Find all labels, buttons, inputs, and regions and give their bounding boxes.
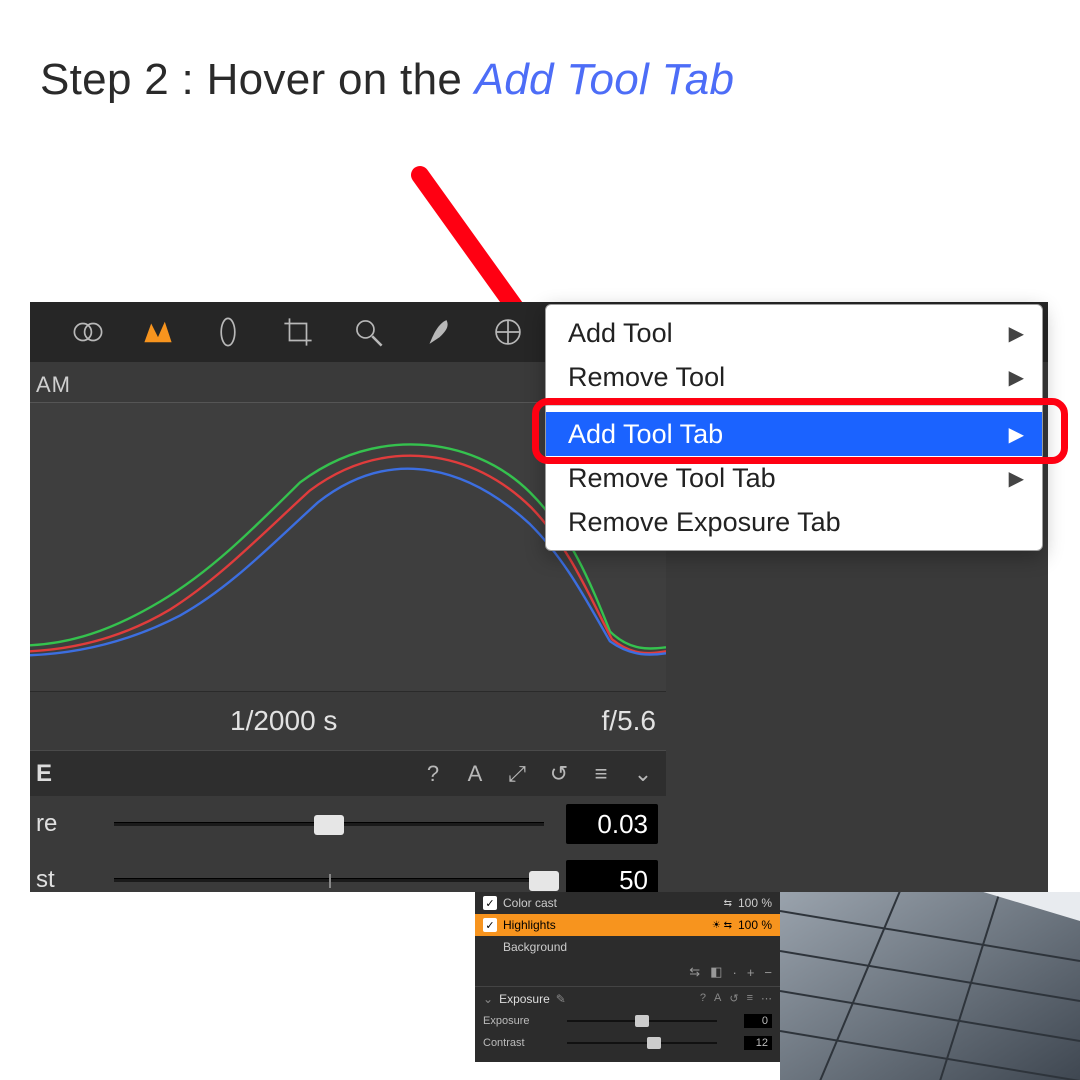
layer-row[interactable]: ✓ Highlights ☀ ⇆ 100 %: [475, 914, 780, 936]
layer-row[interactable]: Background: [475, 936, 780, 958]
annotation-title: Step 2 : Hover on the Add Tool Tab: [40, 55, 734, 105]
mini-slider-thumb[interactable]: [635, 1015, 649, 1027]
layer-toolbar: ⇆ ◧ · +−: [475, 958, 780, 986]
metadata-tab-icon[interactable]: [490, 314, 526, 350]
exposure-subpanel-title: Exposure: [499, 992, 550, 1006]
slider-label: st: [36, 866, 55, 892]
chevron-down-icon: ⌄: [483, 992, 493, 1006]
slider-value[interactable]: 50: [566, 860, 658, 892]
layer-mode-icons: ⇆: [724, 898, 732, 909]
mini-slider-thumb[interactable]: [647, 1037, 661, 1049]
submenu-arrow-icon: ▶: [1009, 321, 1024, 346]
menu-item-label: Remove Tool: [568, 362, 725, 393]
layer-tool-icon[interactable]: ◧: [710, 964, 722, 980]
color-tab-icon[interactable]: [70, 314, 106, 350]
lens-tab-icon[interactable]: [210, 314, 246, 350]
menu-item-label: Remove Tool Tab: [568, 463, 776, 494]
slider-track[interactable]: [114, 822, 544, 826]
menu-item[interactable]: Remove Tool Tab ▶: [546, 456, 1042, 500]
help-icon[interactable]: ?: [700, 992, 706, 1005]
layer-checkbox[interactable]: ✓: [483, 896, 497, 910]
layer-tool-icon[interactable]: +: [747, 965, 755, 980]
shutter-speed: 1/2000 s: [230, 705, 337, 737]
slider-label: re: [36, 810, 57, 838]
annotation-emphasis: Add Tool Tab: [475, 55, 735, 104]
submenu-arrow-icon: ▶: [1009, 466, 1024, 491]
mini-slider-label: Exposure: [483, 1015, 529, 1027]
layers-panel-screenshot: ✓ Color cast ⇆ 100 % ✓ Highlights ☀ ⇆ 100 % Back…: [475, 892, 780, 1062]
exposure-panel-header[interactable]: E ? A ⤢ ↺ ≡ ⌄: [30, 750, 666, 796]
preview-image: [780, 892, 1080, 1080]
exposure-tab-icon[interactable]: [140, 314, 176, 350]
mini-slider-value[interactable]: 0: [744, 1014, 772, 1028]
menu-item[interactable]: Remove Exposure Tab: [546, 500, 1042, 544]
layer-tool-icon[interactable]: −: [764, 965, 772, 980]
context-menu: Add Tool▶Remove Tool▶Add Tool Tab▶Remove…: [545, 304, 1043, 551]
mini-slider-row[interactable]: Exposure 0: [475, 1010, 780, 1032]
exposure-subpanel-header[interactable]: ⌄ Exposure ✎? A ↺ ≡ ⋯: [475, 986, 780, 1010]
slider-row[interactable]: st 50: [30, 852, 666, 892]
slider-notch: [329, 874, 331, 888]
brush-icon: ✎: [556, 992, 566, 1006]
chevron-down-icon[interactable]: ⌄: [630, 761, 656, 787]
auto-icon[interactable]: A: [462, 761, 488, 787]
layer-label: Highlights: [503, 918, 556, 932]
layer-checkbox[interactable]: ✓: [483, 918, 497, 932]
slider-thumb[interactable]: [314, 815, 344, 835]
exif-readout: 1/2000 s f/5.6: [30, 697, 666, 745]
crop-tab-icon[interactable]: [280, 314, 316, 350]
layer-label: Background: [503, 940, 567, 954]
aperture: f/5.6: [602, 705, 656, 737]
menu-item-label: Remove Exposure Tab: [568, 507, 841, 538]
menu-item[interactable]: Add Tool ▶: [546, 311, 1042, 355]
layer-row[interactable]: ✓ Color cast ⇆ 100 %: [475, 892, 780, 914]
mini-slider-row[interactable]: Contrast 12: [475, 1032, 780, 1054]
mini-slider-track[interactable]: [567, 1020, 717, 1022]
details-tab-icon[interactable]: [350, 314, 386, 350]
expand-icon[interactable]: ⤢: [504, 761, 530, 787]
help-icon[interactable]: ?: [420, 761, 446, 787]
more-icon[interactable]: ⋯: [761, 992, 772, 1005]
menu-separator: [546, 405, 1042, 406]
menu-icon[interactable]: ≡: [588, 761, 614, 787]
adjustments-tab-icon[interactable]: [420, 314, 456, 350]
menu-item[interactable]: Remove Tool ▶: [546, 355, 1042, 399]
mini-slider-label: Contrast: [483, 1037, 525, 1049]
slider-value[interactable]: 0.03: [566, 804, 658, 844]
panel-title: E: [36, 760, 52, 788]
layer-label: Color cast: [503, 896, 557, 910]
annotation-step-text: Step 2 : Hover on the: [40, 55, 475, 104]
menu-item-label: Add Tool Tab: [568, 419, 723, 450]
menu-icon[interactable]: ≡: [747, 992, 753, 1005]
slider-group: re0.03st50ss0: [30, 796, 666, 892]
submenu-arrow-icon: ▶: [1009, 365, 1024, 390]
mini-slider-track[interactable]: [567, 1042, 717, 1044]
submenu-arrow-icon: ▶: [1009, 422, 1024, 447]
layer-opacity: 100 %: [738, 896, 772, 910]
slider-thumb[interactable]: [529, 871, 559, 891]
reset-icon[interactable]: ↺: [546, 761, 572, 787]
layer-tool-icon[interactable]: ⇆: [689, 964, 700, 980]
histogram-label: AM: [30, 364, 77, 406]
layer-mode-icons: ☀ ⇆: [712, 920, 732, 931]
layer-tool-icon[interactable]: ·: [732, 965, 736, 980]
auto-icon[interactable]: A: [714, 992, 721, 1005]
slider-row[interactable]: re 0.03: [30, 796, 666, 852]
mini-slider-value[interactable]: 12: [744, 1036, 772, 1050]
menu-item-label: Add Tool: [568, 318, 673, 349]
slider-track[interactable]: [114, 878, 544, 882]
menu-item[interactable]: Add Tool Tab ▶: [546, 412, 1042, 456]
layer-opacity: 100 %: [738, 918, 772, 932]
reset-icon[interactable]: ↺: [729, 992, 738, 1005]
